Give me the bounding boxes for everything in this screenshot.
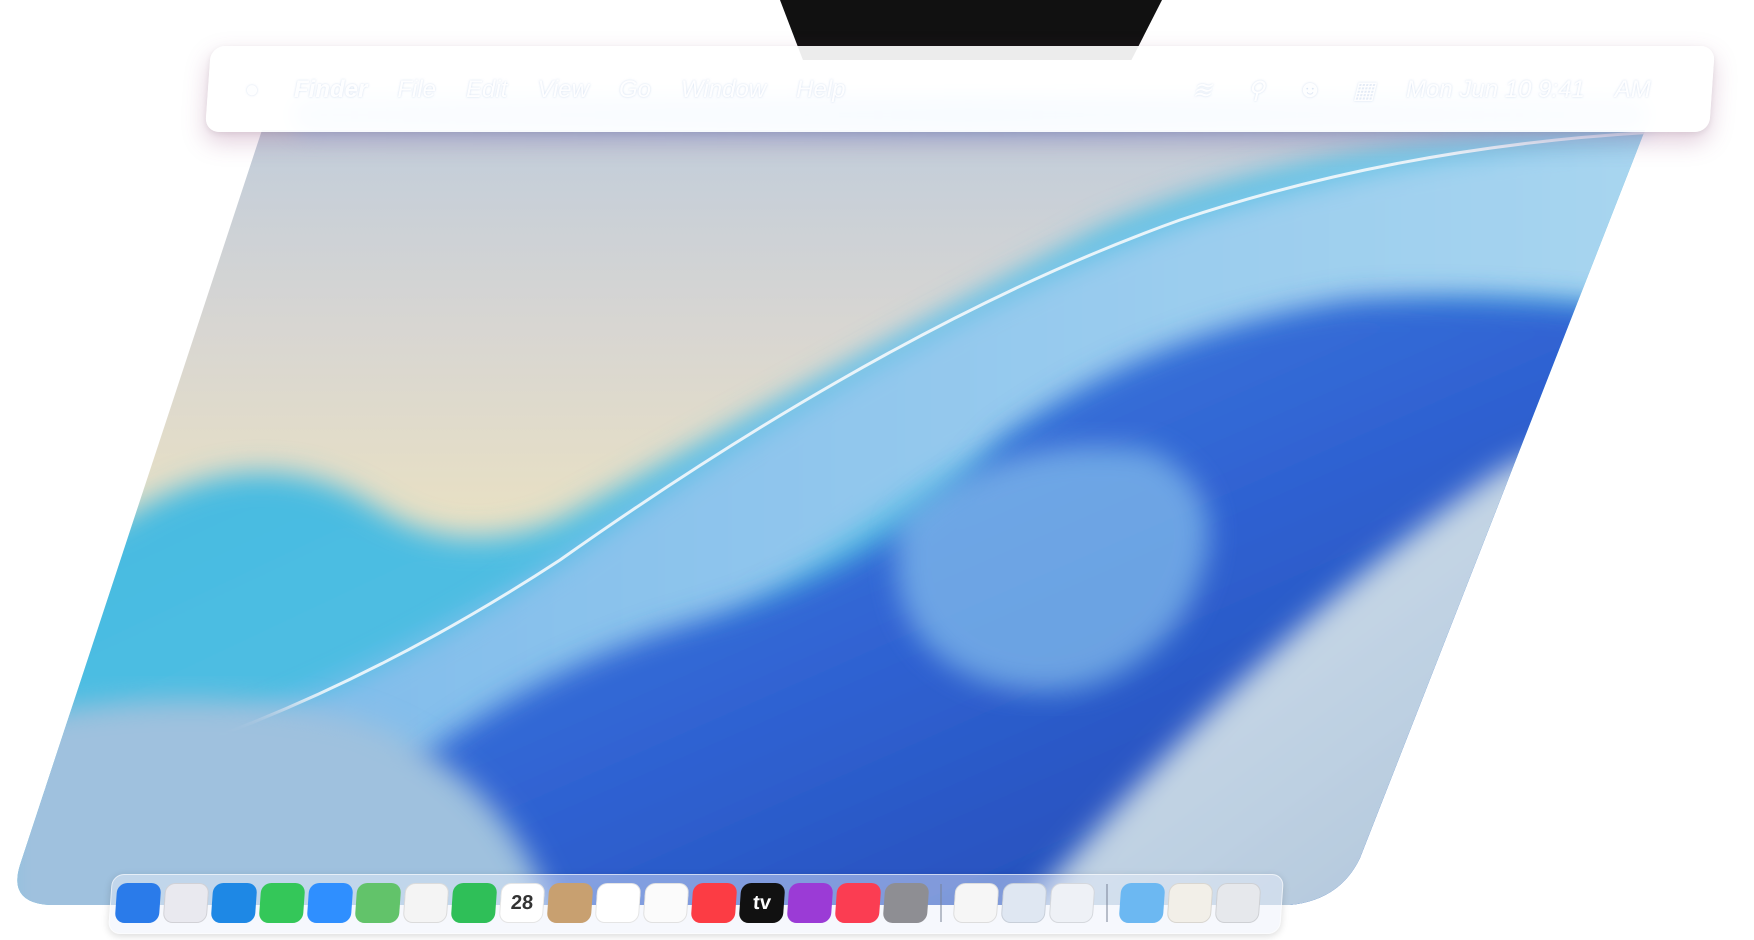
wifi-icon[interactable]: ≋ — [1190, 77, 1214, 104]
desktop-wallpaper — [0, 0, 1754, 940]
menu-view[interactable]: View — [537, 76, 589, 104]
preview-icon[interactable] — [1000, 883, 1048, 923]
menu-edit[interactable]: Edit — [466, 76, 507, 104]
dock-separator — [940, 884, 942, 922]
music-icon[interactable] — [690, 883, 738, 923]
podcasts-icon[interactable] — [786, 883, 834, 923]
folder-icon[interactable] — [1118, 883, 1166, 923]
control-center-icon[interactable]: ▦ — [1352, 77, 1376, 104]
tv-label: tv — [752, 891, 772, 914]
menu-file[interactable]: File — [397, 76, 436, 104]
menu-window[interactable]: Window — [681, 76, 766, 104]
dock-app-list: 28 tv — [114, 880, 1262, 926]
trash-icon[interactable] — [1214, 883, 1262, 923]
contacts-icon[interactable] — [546, 883, 594, 923]
wallpaper-art — [0, 0, 1754, 940]
launchpad-icon[interactable] — [162, 883, 210, 923]
document-icon[interactable] — [952, 883, 1000, 923]
search-icon[interactable]: ⚲ — [1244, 77, 1268, 104]
news-icon[interactable] — [834, 883, 882, 923]
apple-logo-icon[interactable]: ● — [240, 76, 264, 103]
mail-icon[interactable] — [306, 883, 354, 923]
menu-app-name[interactable]: Finder — [294, 76, 367, 104]
photos-icon[interactable] — [402, 883, 450, 923]
calendar-label: 28 — [510, 891, 534, 914]
messages-icon[interactable] — [258, 883, 306, 923]
finder-icon[interactable] — [114, 883, 162, 923]
facetime-icon[interactable] — [450, 883, 498, 923]
menu-clock-suffix: AM — [1614, 76, 1651, 103]
user-icon[interactable]: ☻ — [1297, 76, 1322, 103]
window-icon[interactable] — [1048, 883, 1096, 923]
menu-help[interactable]: Help — [796, 76, 845, 104]
calendar-icon[interactable]: 28 — [498, 883, 546, 923]
stack-icon[interactable] — [1166, 883, 1214, 923]
menu-go[interactable]: Go — [619, 76, 651, 104]
dock-separator — [1106, 884, 1108, 922]
safari-icon[interactable] — [210, 883, 258, 923]
menu-clock[interactable]: Mon Jun 10 9:41 — [1406, 76, 1585, 104]
tv-icon[interactable]: tv — [738, 883, 786, 923]
notes-icon[interactable] — [642, 883, 690, 923]
menu-bar-left: ● Finder File Edit View Go Window Help — [240, 70, 846, 110]
settings-icon[interactable] — [882, 883, 930, 923]
menu-bar-right: ≋ ⚲ ☻ ▦ Mon Jun 10 9:41 AM — [1190, 70, 1651, 110]
maps-icon[interactable] — [354, 883, 402, 923]
reminders-icon[interactable] — [594, 883, 642, 923]
